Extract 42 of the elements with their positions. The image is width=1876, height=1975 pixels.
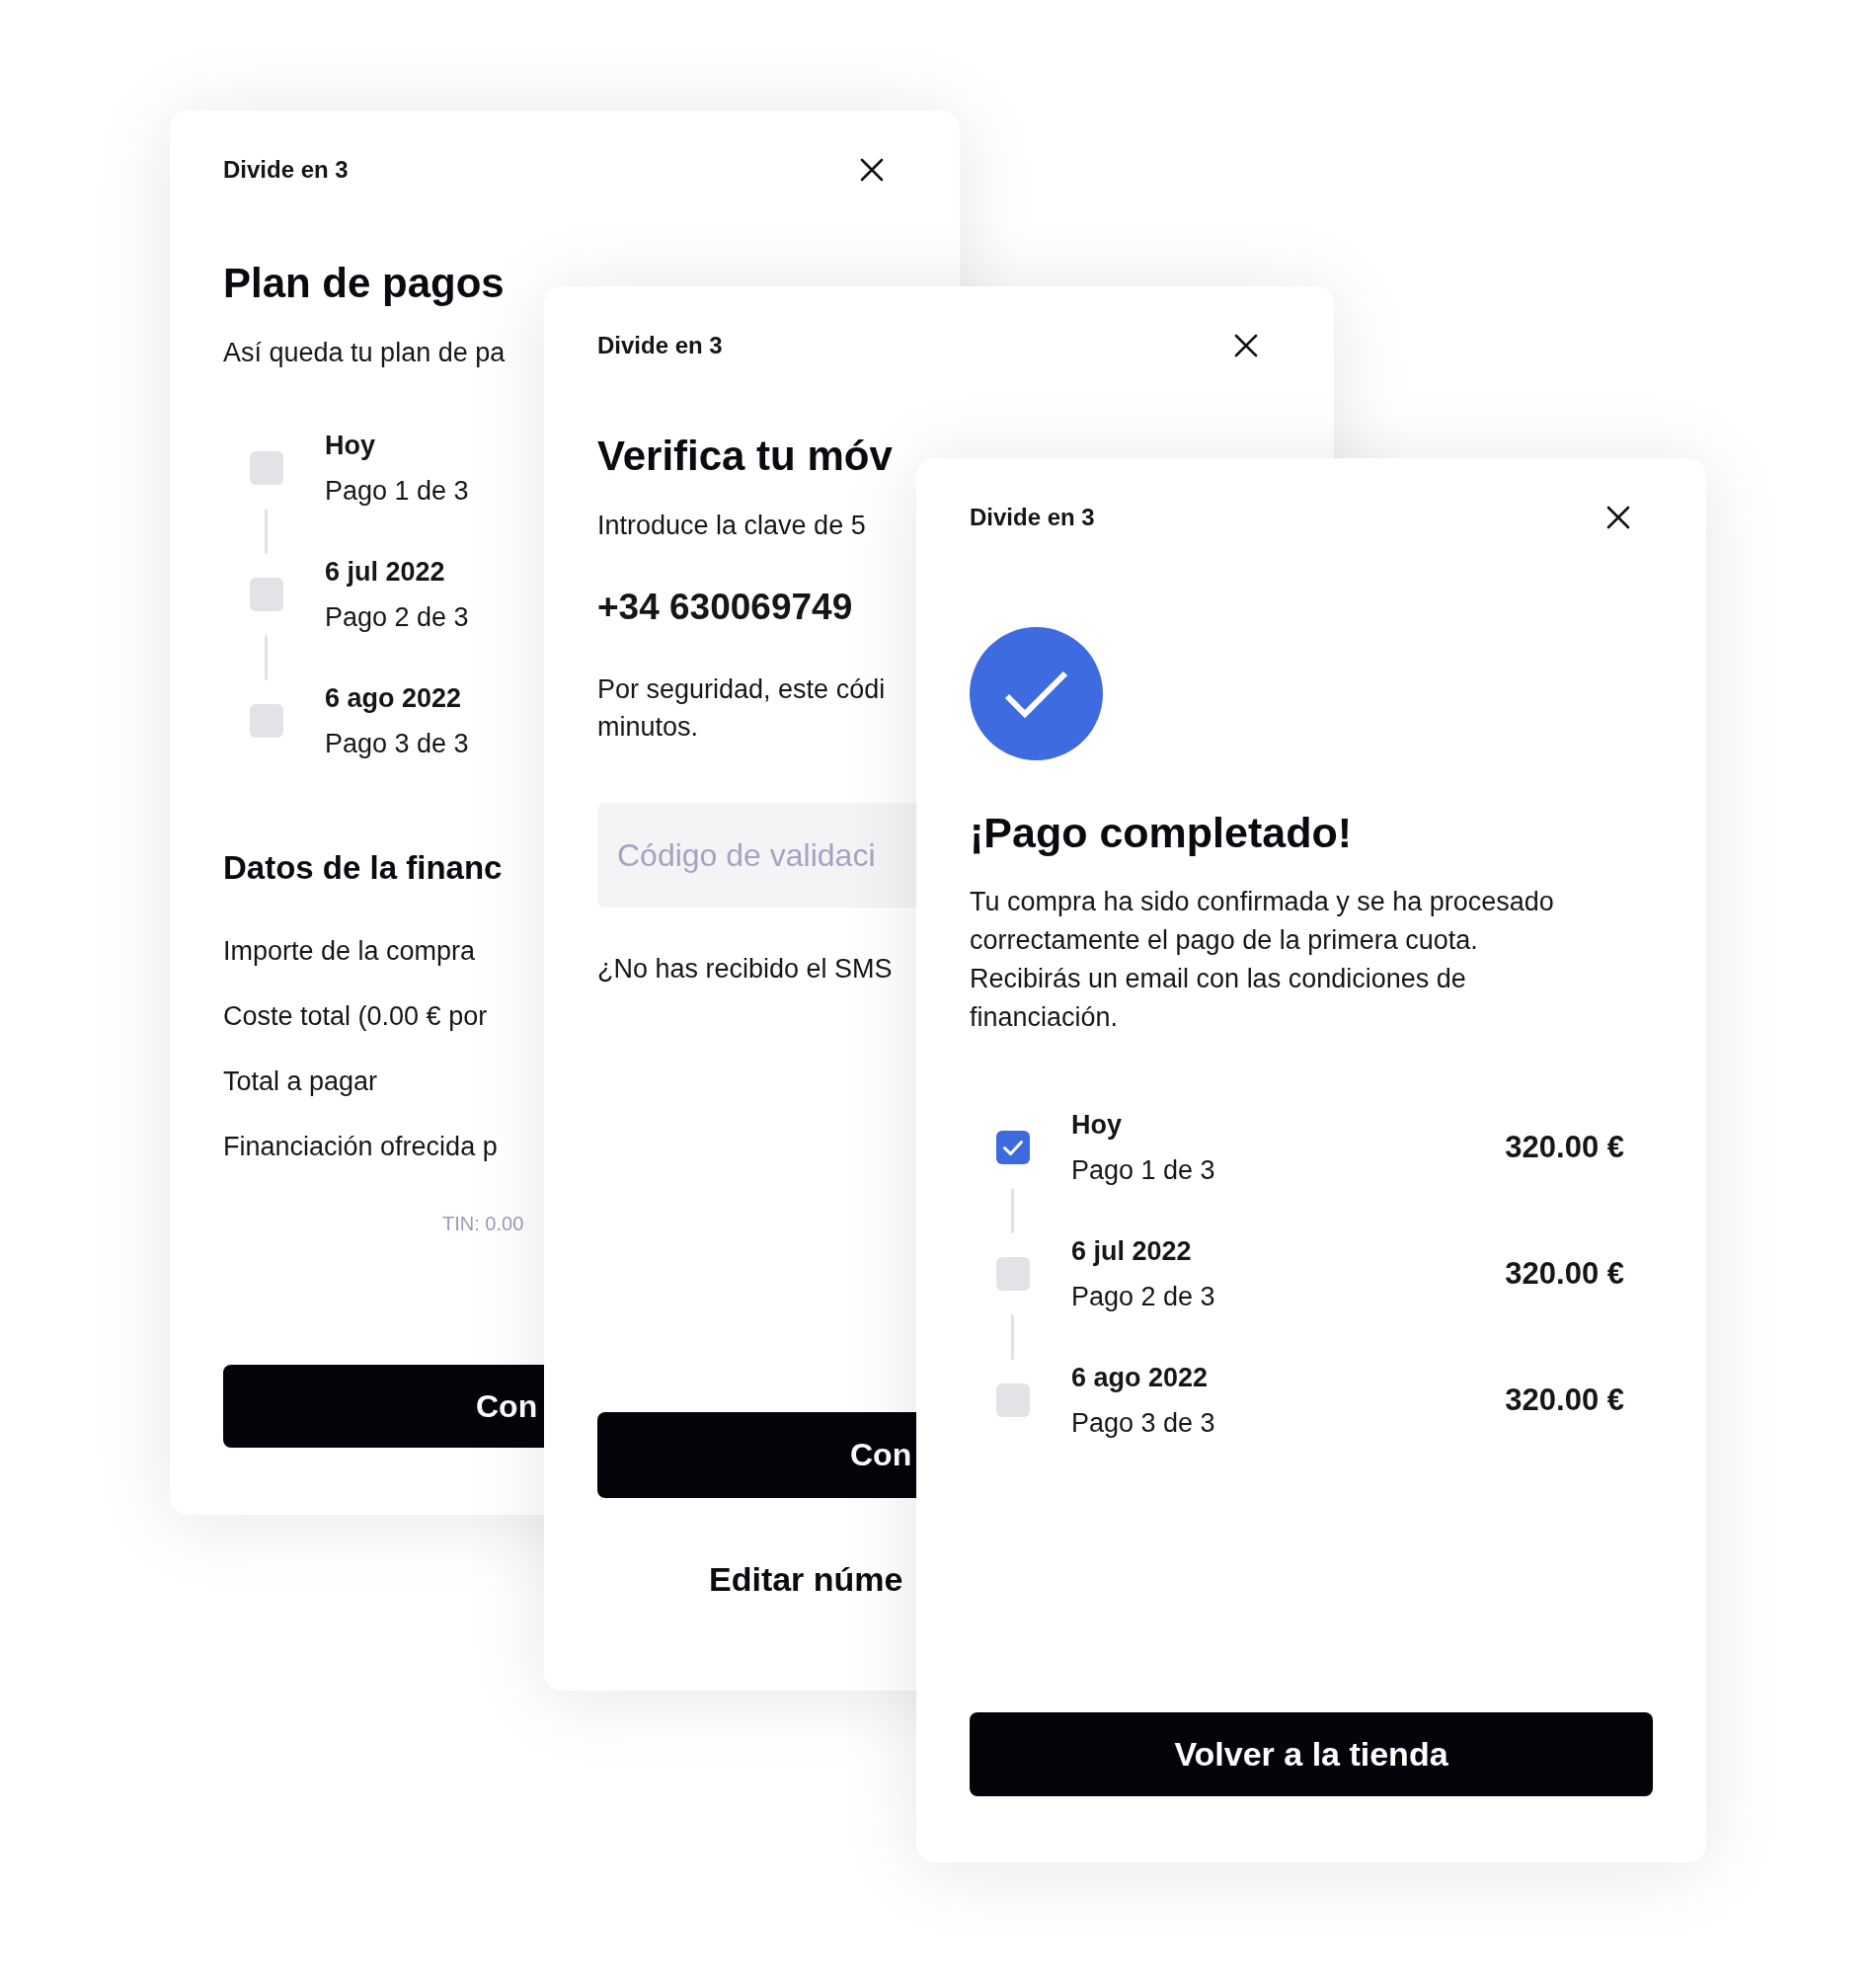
rates-note: TIN: 0.00 — [442, 1212, 524, 1235]
payment-date: 6 jul 2022 — [1071, 1235, 1193, 1268]
dialog-title: Divide en 3 — [970, 505, 1095, 530]
action-button[interactable]: Con — [223, 1365, 544, 1448]
payment-date: 6 ago 2022 — [1071, 1362, 1210, 1394]
section-title: Datos de la financ — [223, 848, 503, 888]
payment-amount: 320.00 € — [1505, 1129, 1624, 1166]
payment-date: Hoy — [325, 430, 376, 462]
payment-label: Pago 1 de 3 — [1071, 1154, 1215, 1187]
payment-amount: 320.00 € — [1505, 1382, 1624, 1419]
detail-label: Importe de la compra — [223, 935, 476, 967]
dialog-subtitle: Introduce la clave de 5 — [597, 510, 866, 541]
payment-date: 6 ago 2022 — [325, 682, 463, 715]
payment-date: Hoy — [1071, 1109, 1123, 1142]
code-input-field[interactable]: Código de validaci — [597, 803, 916, 908]
close-icon[interactable] — [1606, 506, 1630, 529]
close-icon[interactable] — [1234, 334, 1258, 357]
phone-number: +34 630069749 — [597, 586, 853, 629]
dialog-title: Divide en 3 — [597, 333, 723, 358]
payment-date: 6 jul 2022 — [325, 556, 446, 589]
payment-label: Pago 3 de 3 — [1071, 1407, 1215, 1440]
resend-prompt: ¿No has recibido el SMS — [597, 953, 893, 985]
dialog-title: Divide en 3 — [223, 157, 349, 183]
dialog-heading: ¡Pago completado! — [970, 808, 1353, 857]
action-button[interactable]: Con — [597, 1412, 916, 1498]
payment-label: Pago 2 de 3 — [325, 601, 469, 634]
close-icon[interactable] — [860, 158, 884, 182]
confirmation-message: Tu compra ha sido confirmada y se ha procesado correctamente el pago de la primera cuota. Recibirás un email con las condiciones de financiación. — [970, 886, 1554, 1034]
payment-label: Pago 1 de 3 — [325, 475, 469, 508]
return-to-store-button[interactable]: Volver a la tienda — [970, 1712, 1653, 1796]
detail-label: Total a pagar — [223, 1066, 378, 1097]
payment-label: Pago 3 de 3 — [325, 728, 469, 760]
dialog-heading: Verifica tu móv — [597, 432, 893, 481]
edit-number-link[interactable]: Editar núme — [709, 1559, 903, 1599]
detail-label: Coste total (0.00 € por — [223, 1000, 488, 1032]
detail-label: Financiación ofrecida p — [223, 1131, 498, 1162]
success-check-icon — [970, 627, 1103, 760]
payment-label: Pago 2 de 3 — [1071, 1281, 1215, 1313]
payment-amount: 320.00 € — [1505, 1255, 1624, 1293]
dialog-subtitle: Así queda tu plan de pa — [223, 337, 506, 368]
security-note: Por seguridad, este códi minutos. — [597, 673, 886, 744]
dialog-heading: Plan de pagos — [223, 259, 505, 308]
